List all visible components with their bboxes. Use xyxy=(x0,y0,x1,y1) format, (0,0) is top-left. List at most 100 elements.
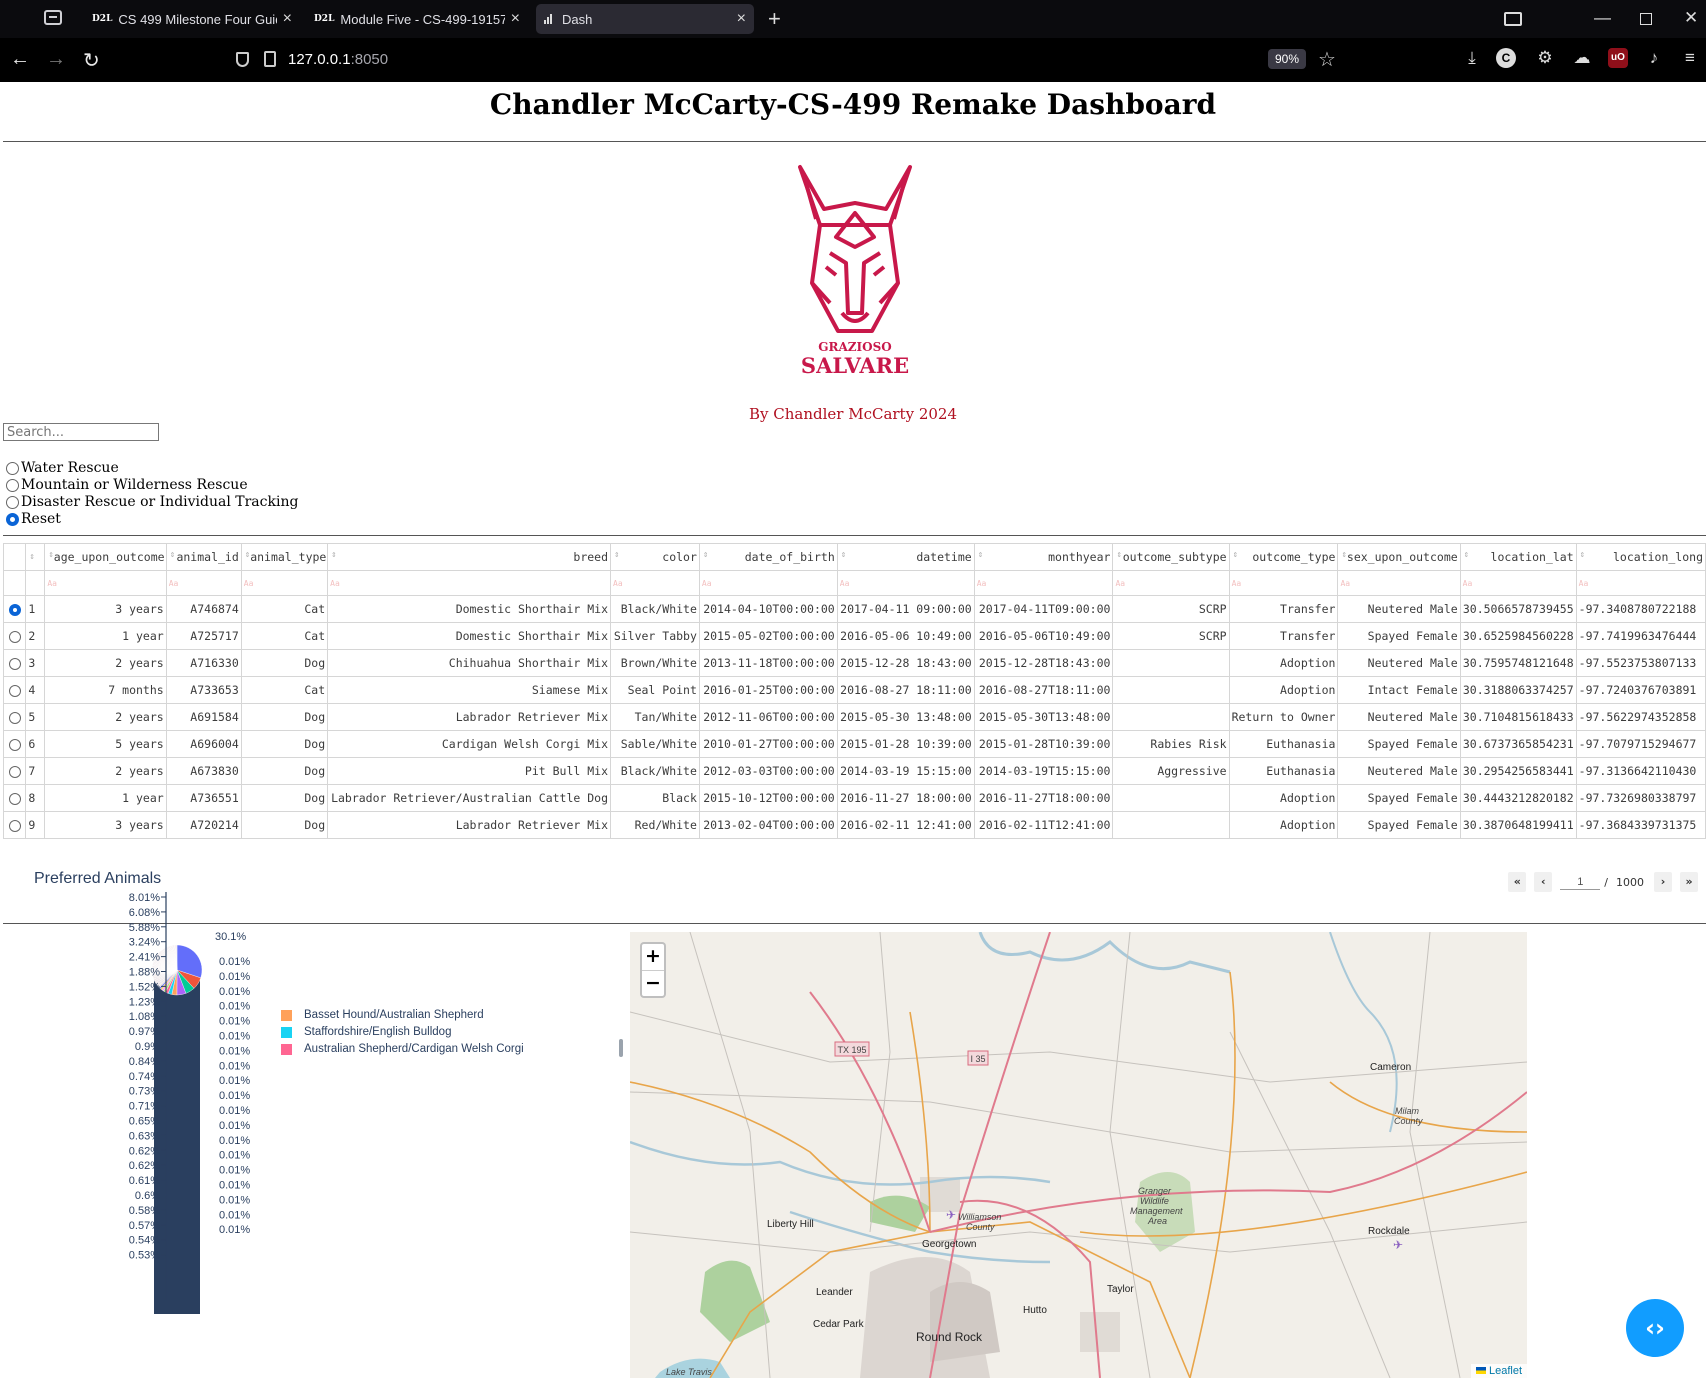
table-cell[interactable]: Dog xyxy=(240,730,329,758)
zoom-out-button[interactable]: − xyxy=(642,970,664,996)
last-page-button[interactable]: » xyxy=(1680,872,1698,892)
table-row[interactable]: 65 years A696004 Dog Cardigan Welsh Corgi M… xyxy=(3,730,1706,758)
table-cell[interactable]: Neutered Male xyxy=(1337,649,1461,677)
table-cell[interactable]: 2010-01-27T00:00:00 xyxy=(698,730,838,758)
filter-cell[interactable]: Aa xyxy=(1459,570,1577,596)
first-page-button[interactable]: « xyxy=(1508,872,1527,892)
table-cell[interactable]: 30.6737365854231 xyxy=(1459,730,1577,758)
table-cell[interactable]: Return to Owner xyxy=(1228,703,1339,731)
table-cell[interactable]: 2015-01-28 10:39:00 xyxy=(836,730,975,758)
dash-debug-menu-button[interactable]: ‹› xyxy=(1626,1299,1684,1357)
filter-cell[interactable]: Aa xyxy=(610,570,700,596)
filter-cell[interactable]: Aa xyxy=(165,570,242,596)
sort-icon[interactable]: ⇕ xyxy=(331,550,336,560)
tab-dash[interactable]: Dash × xyxy=(536,4,754,34)
table-cell[interactable]: -97.3408780722188 xyxy=(1575,595,1706,623)
filter-cell[interactable]: Aa xyxy=(1112,570,1230,596)
table-cell[interactable]: Silver Tabby xyxy=(610,622,700,650)
minimize-icon[interactable]: — xyxy=(1594,8,1611,28)
zoom-in-button[interactable]: + xyxy=(642,944,664,970)
table-cell[interactable]: Dog xyxy=(240,703,329,731)
sort-icon[interactable]: ⇕ xyxy=(1116,550,1121,560)
table-cell[interactable]: Tan/White xyxy=(610,703,700,731)
table-row[interactable]: 32 years A716330 Dog Chihuahua Shorthair Mi… xyxy=(3,649,1706,677)
table-cell[interactable]: Dog xyxy=(240,757,329,785)
table-cell[interactable]: 2016-05-06 10:49:00 xyxy=(836,622,975,650)
table-cell[interactable]: 2015-12-28 18:43:00 xyxy=(836,649,975,677)
table-cell[interactable]: A720214 xyxy=(165,811,242,839)
filter-cell[interactable]: Aa xyxy=(1575,570,1706,596)
table-row[interactable]: 21 year A725717 Cat Domestic Shorthair Mix S… xyxy=(3,622,1706,650)
sort-icon[interactable]: ⇕ xyxy=(614,550,619,560)
maximize-icon[interactable] xyxy=(1640,13,1652,25)
page-number-input[interactable] xyxy=(1560,874,1601,890)
column-header-location-long[interactable]: ⇕ location_long xyxy=(1575,543,1706,571)
table-cell[interactable]: Domestic Shorthair Mix xyxy=(327,622,612,650)
column-header-date-of-birth[interactable]: ⇕ date_of_birth xyxy=(698,543,838,571)
sort-icon[interactable]: ⇕ xyxy=(1233,550,1238,560)
filter-cell[interactable]: Aa xyxy=(327,570,612,596)
extension-icon[interactable]: ☁ xyxy=(1572,48,1592,68)
table-cell[interactable]: Euthanasia xyxy=(1228,730,1339,758)
table-cell[interactable]: 2015-12-28T18:43:00 xyxy=(973,649,1114,677)
filter-cell[interactable]: Aa xyxy=(836,570,975,596)
table-cell[interactable]: A664290 xyxy=(165,838,242,839)
tab-milestone-four[interactable]: D2L CS 499 Milestone Four Guideline × xyxy=(84,4,300,34)
radio-button[interactable] xyxy=(6,496,19,509)
table-cell[interactable] xyxy=(1112,811,1230,839)
filter-cell[interactable]: Aa xyxy=(973,570,1114,596)
forward-icon[interactable]: → xyxy=(46,48,66,71)
table-cell[interactable] xyxy=(1112,784,1230,812)
table-cell[interactable]: Black xyxy=(610,784,700,812)
column-header-outcome-type[interactable]: ⇕ outcome_type xyxy=(1228,543,1339,571)
table-cell[interactable]: Dog xyxy=(240,784,329,812)
column-header-animal-id[interactable]: ⇕ animal_id xyxy=(165,543,242,571)
table-cell[interactable]: Transfer xyxy=(1228,595,1339,623)
sort-icon[interactable]: ⇕ xyxy=(1580,550,1585,560)
table-cell[interactable]: Neutered Male xyxy=(1337,595,1461,623)
table-cell[interactable]: 30.3188063374257 xyxy=(1459,676,1577,704)
table-row[interactable]: 93 years A720214 Dog Labrador Retriever Mix… xyxy=(3,811,1706,839)
table-cell[interactable]: Aggressive xyxy=(1112,757,1230,785)
table-cell[interactable]: Adoption xyxy=(1228,784,1339,812)
table-row[interactable]: 81 year A736551 Dog Labrador Retriever/Aust… xyxy=(3,784,1706,812)
table-cell[interactable]: Cardigan Welsh Corgi Mix xyxy=(327,730,612,758)
table-cell[interactable]: Rabies Risk xyxy=(1112,730,1230,758)
table-cell[interactable]: 2 years xyxy=(44,757,167,785)
sort-icon[interactable]: ⇕ xyxy=(170,550,175,560)
row-select-radio[interactable] xyxy=(3,649,27,677)
table-cell[interactable]: Dog xyxy=(240,649,329,677)
filter-cell[interactable]: Aa xyxy=(1337,570,1461,596)
table-cell[interactable]: Pit Bull Mix xyxy=(327,757,612,785)
column-header-color[interactable]: ⇕ color xyxy=(610,543,700,571)
table-cell[interactable]: Brown/White xyxy=(610,649,700,677)
table-cell[interactable]: Domestic Shorthair Mix xyxy=(327,838,612,839)
speaker-icon[interactable]: ♪ xyxy=(1644,48,1664,68)
bookmark-star-icon[interactable]: ☆ xyxy=(1318,47,1336,72)
table-cell[interactable]: A696004 xyxy=(165,730,242,758)
table-cell[interactable]: -97.6182921988453 xyxy=(1575,838,1706,839)
radio-disaster-rescue[interactable]: Disaster Rescue or Individual Tracking xyxy=(6,494,298,511)
close-icon[interactable]: × xyxy=(283,10,292,28)
back-icon[interactable]: ← xyxy=(10,48,30,71)
row-select-radio[interactable] xyxy=(3,676,27,704)
table-cell[interactable]: Tortie xyxy=(610,838,700,839)
column-header-animal-type[interactable]: ⇕ animal_type xyxy=(240,543,329,571)
table-cell[interactable] xyxy=(1112,649,1230,677)
legend-item[interactable]: Staffordshire/English Bulldog xyxy=(281,1024,524,1041)
table-cell[interactable]: Adoption xyxy=(1228,811,1339,839)
table-cell[interactable]: Spayed Female xyxy=(1337,730,1461,758)
table-cell[interactable]: 2017-04-11 09:00:00 xyxy=(836,595,975,623)
table-cell[interactable]: 5 years xyxy=(44,730,167,758)
sort-icon[interactable]: ⇕ xyxy=(978,550,983,560)
table-cell[interactable]: 30.2954256583441 xyxy=(1459,757,1577,785)
table-cell[interactable]: Labrador Retriever Mix xyxy=(327,703,612,731)
table-cell[interactable]: 2017-04-11T09:00:00 xyxy=(973,595,1114,623)
table-row[interactable]: 52 years A691584 Dog Labrador Retriever Mix… xyxy=(3,703,1706,731)
table-cell[interactable]: -97.7419963476444 xyxy=(1575,622,1706,650)
table-cell[interactable]: 1 year xyxy=(44,622,167,650)
next-page-button[interactable]: › xyxy=(1654,872,1672,892)
column-header-outcome-subtype[interactable]: ⇕ outcome_subtype xyxy=(1112,543,1230,571)
tab-list-icon[interactable] xyxy=(44,10,62,25)
table-cell[interactable]: 2014-04-10T00:00:00 xyxy=(698,595,838,623)
